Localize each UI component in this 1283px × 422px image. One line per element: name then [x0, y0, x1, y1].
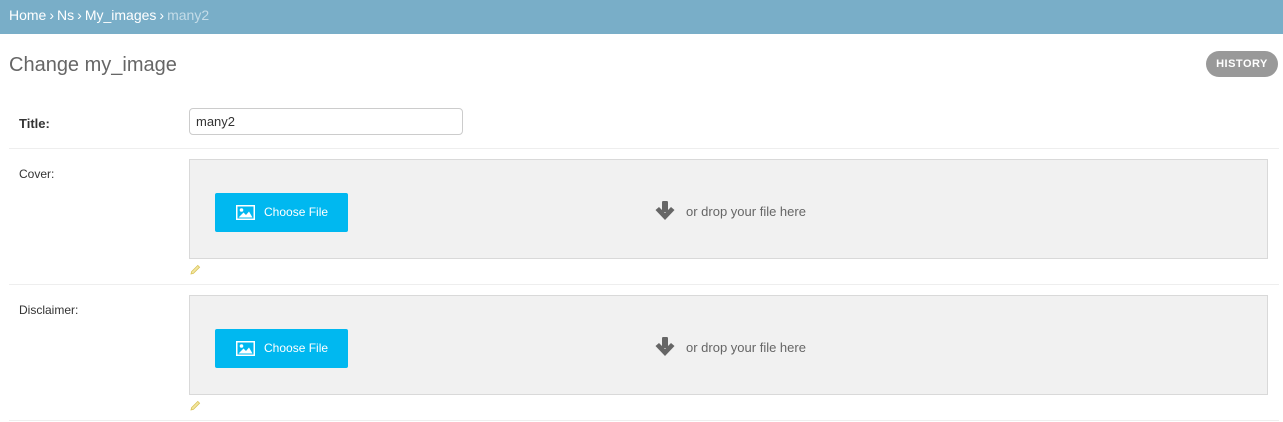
history-button[interactable]: HISTORY [1206, 51, 1278, 77]
pencil-icon[interactable] [190, 398, 201, 416]
drop-hint-text: or drop your file here [686, 204, 806, 219]
breadcrumb-separator: › [49, 7, 55, 23]
cover-label: Cover: [19, 167, 55, 181]
image-icon [236, 341, 255, 359]
breadcrumb-separator: › [77, 7, 82, 23]
image-icon [236, 205, 255, 223]
breadcrumb-my-images[interactable]: My_images [85, 7, 157, 23]
disclaimer-dropzone[interactable]: Choose File or drop your file here [189, 295, 1268, 395]
row-divider [9, 148, 1279, 149]
choose-file-label: Choose File [264, 205, 329, 219]
title-input[interactable] [189, 108, 463, 135]
disclaimer-choose-file-button[interactable]: Choose File [215, 329, 348, 368]
disclaimer-label: Disclaimer: [19, 303, 79, 317]
cover-choose-file-button[interactable]: Choose File [215, 193, 348, 232]
cover-dropzone[interactable]: Choose File or drop your file here [189, 159, 1268, 259]
breadcrumb-ns[interactable]: Ns [57, 7, 74, 23]
row-divider [9, 420, 1279, 421]
pencil-icon[interactable] [190, 262, 201, 280]
arrow-down-icon [654, 336, 676, 361]
breadcrumb: Home › Ns › My_images › many2 [0, 0, 1283, 34]
title-label: Title: [19, 116, 50, 131]
drop-hint-text: or drop your file here [686, 340, 806, 355]
breadcrumb-current: many2 [167, 7, 210, 23]
row-divider [9, 284, 1279, 285]
arrow-down-icon [654, 200, 676, 225]
choose-file-label: Choose File [264, 341, 329, 355]
page-title: Change my_image [9, 54, 177, 76]
breadcrumb-home[interactable]: Home [9, 7, 46, 23]
breadcrumb-separator: › [159, 7, 165, 23]
